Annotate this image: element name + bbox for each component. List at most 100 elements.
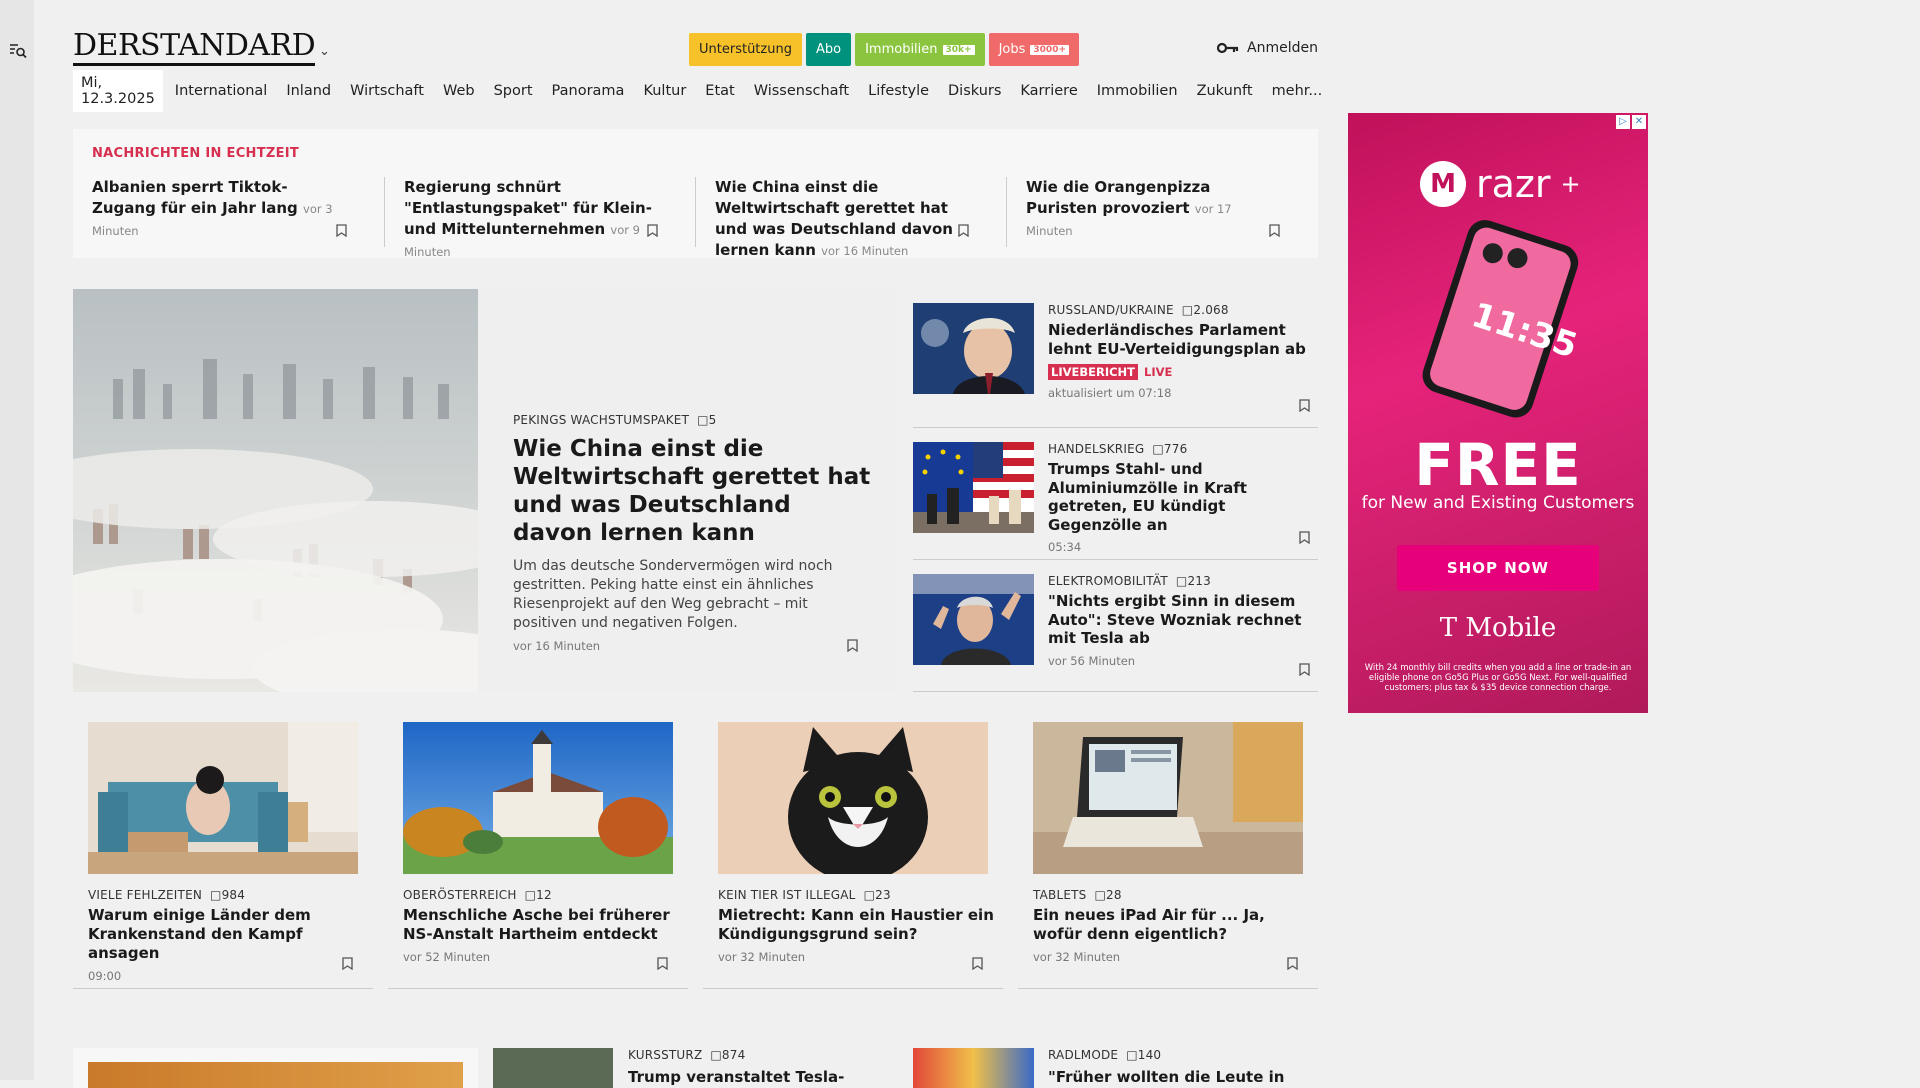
article-card[interactable]: OBERÖSTERREICH □12 Menschliche Asche bei … [388, 722, 688, 989]
menu-search-icon[interactable] [9, 42, 27, 60]
comment-icon: □ [1126, 1048, 1138, 1062]
bookmark-icon[interactable] [342, 957, 353, 970]
ticker-item[interactable]: Wie China einst die Weltwirtschaft geret… [695, 177, 989, 259]
comment-count[interactable]: 2.068 [1193, 303, 1228, 317]
hero-image-city-fog[interactable] [73, 289, 478, 692]
card-title[interactable]: Mietrecht: Kann ein Haustier ein Kündigu… [718, 906, 998, 944]
bottom-article-title[interactable]: "Früher wollten die Leute in [1048, 1068, 1313, 1086]
article-image-cyclists[interactable] [913, 1048, 1034, 1088]
side-article[interactable]: RUSSLAND/UKRAINE □2.068 Niederländisches … [913, 289, 1318, 428]
close-icon[interactable]: ✕ [1632, 115, 1646, 129]
article-image-politician[interactable] [913, 303, 1034, 394]
article-image-speaker[interactable] [913, 574, 1034, 665]
support-button[interactable]: Unterstützung [689, 33, 802, 66]
nav-item-etat[interactable]: Etat [705, 83, 734, 99]
shop-now-button[interactable]: SHOP NOW [1397, 545, 1599, 591]
ticker-item[interactable]: Albanien sperrt Tiktok-Zugang für ein Ja… [73, 177, 367, 247]
logo[interactable]: DERSTANDARD [73, 30, 316, 66]
abo-button[interactable]: Abo [805, 33, 852, 66]
nav-item-sport[interactable]: Sport [494, 83, 533, 99]
article-time: vor 32 Minuten [1033, 950, 1121, 964]
nav-item-immobilien[interactable]: Immobilien [1097, 83, 1178, 99]
bottom-hero-card[interactable] [73, 1048, 478, 1088]
bookmark-icon[interactable] [657, 957, 668, 970]
article-image-cat[interactable] [718, 722, 988, 874]
nav-item-inland[interactable]: Inland [286, 83, 331, 99]
nav-item-more[interactable]: mehr... [1272, 83, 1323, 99]
side-article-title[interactable]: "Nichts ergibt Sinn in diesem Auto": Ste… [1048, 592, 1313, 648]
nav-item-karriere[interactable]: Karriere [1020, 83, 1077, 99]
bottom-article[interactable]: KURSSTURZ □874 Trump veranstaltet Tesla- [628, 1048, 888, 1086]
side-article-title[interactable]: Niederländisches Parlament lehnt EU-Vert… [1048, 321, 1313, 358]
ad-brand-name: razr [1476, 162, 1551, 206]
ad-subline: for New and Existing Customers [1361, 493, 1635, 513]
hero-title[interactable]: Wie China einst die Weltwirtschaft geret… [513, 435, 873, 547]
article-time: vor 16 Minuten [513, 639, 601, 653]
adchoices-icon[interactable]: ▷ [1616, 115, 1630, 129]
bookmark-icon[interactable] [1269, 224, 1280, 237]
hero-teaser: Um das deutsche Sondervermögen wird noch… [513, 558, 833, 631]
bookmark-icon[interactable] [958, 224, 969, 237]
article-image-flags-chess[interactable] [913, 442, 1034, 533]
bookmark-icon[interactable] [647, 224, 658, 237]
immobilien-button[interactable]: Immobilien 30k+ [855, 33, 985, 66]
bottom-article[interactable]: RADLMODE □140 "Früher wollten die Leute i… [1048, 1048, 1313, 1086]
key-icon [1217, 42, 1239, 54]
bottom-hero-image[interactable] [88, 1062, 463, 1088]
bottom-row: KURSSTURZ □874 Trump veranstaltet Tesla- … [73, 1048, 1318, 1088]
nav-item-wissenschaft[interactable]: Wissenschaft [754, 83, 849, 99]
side-article[interactable]: HANDELSKRIEG □776 Trumps Stahl- und Alumi… [913, 428, 1318, 560]
hero-article[interactable]: PEKINGS WACHSTUMSPAKET □5 Wie China einst… [73, 289, 898, 692]
nav-item-diskurs[interactable]: Diskurs [948, 83, 1001, 99]
comment-count[interactable]: 984 [222, 888, 246, 902]
article-image-crowd[interactable] [493, 1048, 613, 1088]
nav-item-kultur[interactable]: Kultur [643, 83, 686, 99]
comment-count[interactable]: 213 [1187, 574, 1211, 588]
article-card[interactable]: KEIN TIER IST ILLEGAL □23 Mietrecht: Kann… [703, 722, 1003, 989]
bookmark-icon[interactable] [847, 639, 858, 652]
comment-count[interactable]: 140 [1138, 1048, 1162, 1062]
ticker-item[interactable]: Regierung schnürt "Entlastungspaket" für… [384, 177, 678, 259]
bookmark-icon[interactable] [1299, 531, 1310, 544]
article-card[interactable]: VIELE FEHLZEITEN □984 Warum einige Länder… [73, 722, 373, 989]
bookmark-icon[interactable] [972, 957, 983, 970]
login-button[interactable]: Anmelden [1217, 40, 1318, 56]
nav-item-web[interactable]: Web [443, 83, 475, 99]
article-card[interactable]: TABLETS □28 Ein neues iPad Air für ... Ja… [1018, 722, 1318, 989]
article-image-ipad[interactable] [1033, 722, 1303, 874]
login-label: Anmelden [1247, 40, 1318, 56]
bookmark-icon[interactable] [336, 224, 347, 237]
comment-count[interactable]: 28 [1106, 888, 1122, 902]
jobs-button[interactable]: Jobs 3000+ [988, 33, 1079, 66]
bookmark-icon[interactable] [1299, 399, 1310, 412]
article-time: 05:34 [1048, 540, 1082, 554]
card-title[interactable]: Ein neues iPad Air für ... Ja, wofür den… [1033, 906, 1313, 944]
card-title[interactable]: Menschliche Asche bei früherer NS-Anstal… [403, 906, 683, 944]
nav-item-zukunft[interactable]: Zukunft [1197, 83, 1253, 99]
ad-advertiser: T Mobile [1439, 613, 1557, 643]
comment-count[interactable]: 12 [536, 888, 552, 902]
bottom-article-title[interactable]: Trump veranstaltet Tesla- [628, 1068, 888, 1086]
nav-item-international[interactable]: International [175, 83, 268, 99]
bookmark-icon[interactable] [1287, 957, 1298, 970]
bookmark-icon[interactable] [1299, 663, 1310, 676]
nav-item-wirtschaft[interactable]: Wirtschaft [350, 83, 424, 99]
side-article-title[interactable]: Trumps Stahl- und Aluminiumzölle in Kraf… [1048, 460, 1313, 534]
ticker-item[interactable]: Wie die Orangenpizza Puristen provoziert… [1006, 177, 1300, 247]
chevron-down-icon[interactable]: ⌄ [319, 44, 330, 59]
nav-item-panorama[interactable]: Panorama [552, 83, 625, 99]
article-image-woman-sofa[interactable] [88, 722, 358, 874]
comment-count[interactable]: 5 [709, 413, 717, 427]
side-article[interactable]: ELEKTROMOBILITÄT □213 "Nichts ergibt Sinn… [913, 560, 1318, 692]
live-indicator: LIVEBERICHT LIVE [1048, 364, 1313, 380]
advertisement-banner[interactable]: ▷ ✕ M razr + 11:35 FREE for New and Exist… [1348, 113, 1648, 713]
nav-item-lifestyle[interactable]: Lifestyle [868, 83, 929, 99]
comment-count[interactable]: 874 [722, 1048, 746, 1062]
article-image-castle[interactable] [403, 722, 673, 874]
side-article-text: RUSSLAND/UKRAINE □2.068 Niederländisches … [1048, 303, 1313, 400]
comment-icon: □ [863, 888, 876, 902]
comment-count[interactable]: 23 [875, 888, 891, 902]
comment-count[interactable]: 776 [1164, 442, 1188, 456]
card-title[interactable]: Warum einige Länder dem Krankenstand den… [88, 906, 368, 963]
kicker-label: TABLETS [1033, 888, 1087, 902]
